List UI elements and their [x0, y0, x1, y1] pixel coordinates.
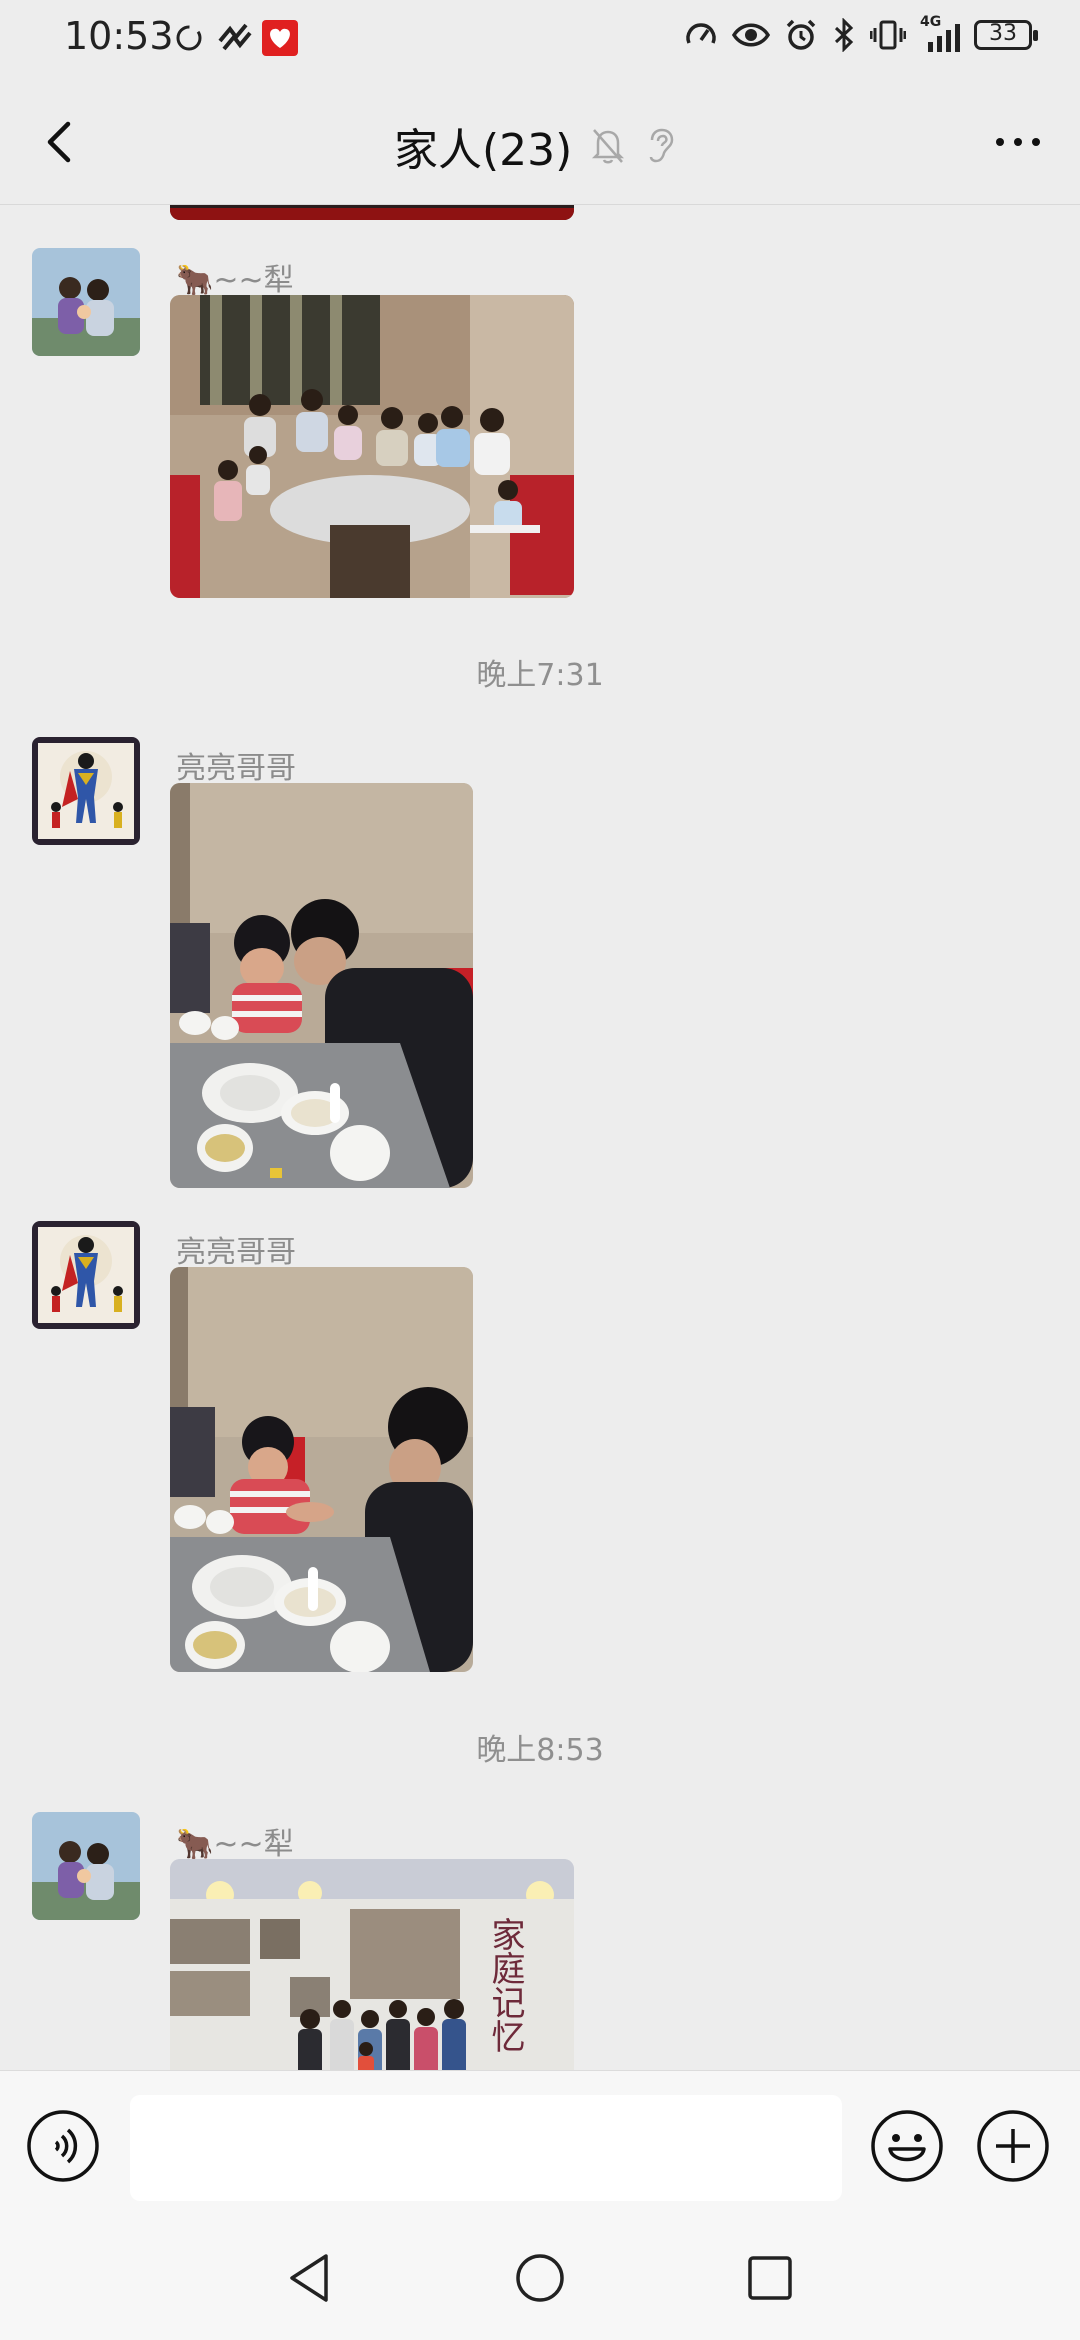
system-recent-apps-button[interactable]	[740, 2248, 800, 2308]
message-photo[interactable]	[170, 1267, 473, 1672]
avatar[interactable]	[32, 1221, 140, 1329]
status-left-icons	[172, 20, 298, 56]
message-photo[interactable]: 家庭记忆	[170, 1859, 574, 2070]
bluetooth-icon	[834, 18, 854, 52]
alarm-icon	[786, 19, 816, 50]
voice-input-button[interactable]	[26, 2109, 100, 2183]
system-back-button[interactable]	[280, 2248, 340, 2308]
sender-name: 🐂~~犁	[176, 263, 294, 298]
sender-name: 亮亮哥哥	[176, 1235, 296, 1270]
message-timestamp: 晚上7:31	[476, 658, 604, 693]
status-bar: 10:53 4G 33	[0, 0, 1080, 80]
more-functions-button[interactable]	[976, 2109, 1050, 2183]
message-photo[interactable]	[170, 295, 574, 598]
vibrate-icon	[870, 20, 906, 50]
message-list[interactable]: 🐂~~犁 晚上7:31 亮亮哥哥 亮亮哥哥 晚上8:53 🐂~~犁 家庭记忆	[0, 205, 1080, 2070]
avatar[interactable]	[32, 248, 140, 356]
more-options-button[interactable]	[986, 110, 1050, 174]
battery-icon: 33	[974, 20, 1038, 50]
system-nav-bar	[0, 2212, 1080, 2340]
message-photo[interactable]	[170, 783, 473, 1188]
speed-icon	[686, 23, 716, 44]
system-home-button[interactable]	[510, 2248, 570, 2308]
message-input[interactable]	[130, 2095, 842, 2201]
chat-header: 家人(23)	[0, 80, 1080, 205]
message-photo-partial[interactable]	[170, 205, 574, 220]
emoji-button[interactable]	[870, 2109, 944, 2183]
eye-icon	[732, 23, 770, 47]
exhibit-title: 家庭记忆	[485, 1917, 525, 2053]
avatar[interactable]	[32, 737, 140, 845]
red-app-icon	[262, 20, 298, 56]
ear-icon	[650, 128, 674, 163]
title-wrap: 家人(23)	[394, 114, 676, 178]
input-bar	[0, 2070, 1080, 2213]
sender-name: 亮亮哥哥	[176, 751, 296, 786]
sync-icon	[176, 25, 202, 51]
signal-icon: 4G	[920, 14, 960, 52]
mute-bell-icon	[592, 129, 625, 164]
sender-name: 🐂~~犁	[176, 1827, 294, 1862]
app-notification-icon	[218, 23, 252, 51]
status-time: 10:53	[64, 14, 174, 58]
back-button[interactable]	[30, 110, 94, 174]
avatar[interactable]	[32, 1812, 140, 1920]
chat-title: 家人(23)	[394, 125, 573, 176]
status-right-icons: 4G 33	[684, 14, 1038, 52]
message-timestamp: 晚上8:53	[476, 1733, 604, 1768]
battery-level: 33	[989, 21, 1017, 46]
